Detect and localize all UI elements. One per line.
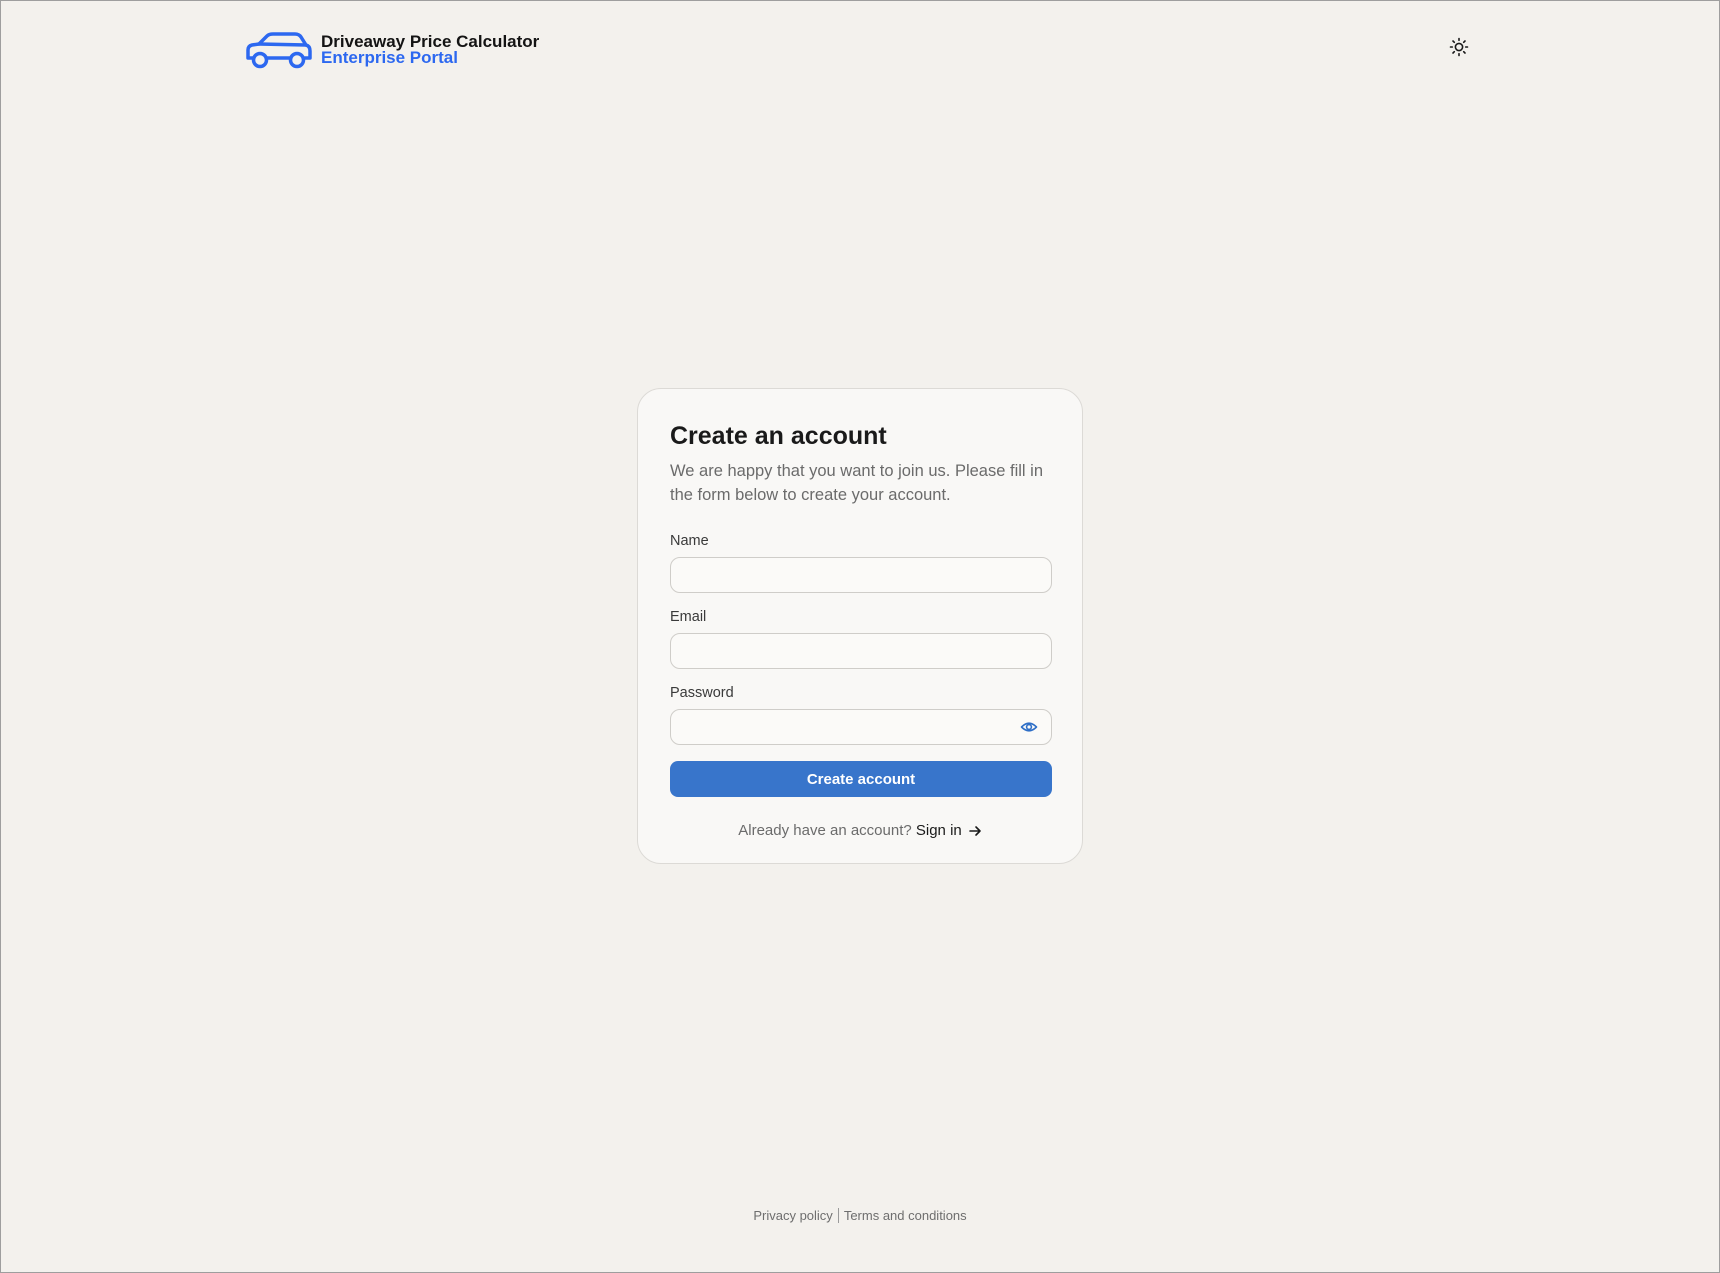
name-input[interactable]	[670, 557, 1052, 593]
car-icon	[246, 32, 312, 69]
toggle-password-visibility-button[interactable]	[1020, 718, 1038, 736]
email-field-group: Email	[670, 608, 1052, 669]
signin-prompt: Already have an account?	[738, 822, 912, 839]
name-field-group: Name	[670, 532, 1052, 593]
sign-in-link-label: Sign in	[915, 822, 962, 839]
brand-subtitle: Enterprise Portal	[321, 48, 458, 67]
password-input-wrapper	[670, 709, 1052, 745]
theme-toggle-button[interactable]	[1448, 36, 1470, 58]
name-label: Name	[670, 533, 709, 549]
page-subtitle: We are happy that you want to join us. P…	[670, 462, 1043, 504]
email-label: Email	[670, 609, 707, 625]
page-title: Create an account	[670, 422, 887, 450]
password-input[interactable]	[670, 709, 1052, 745]
signup-card: Create an account We are happy that you …	[637, 388, 1083, 864]
eye-icon	[1020, 722, 1038, 732]
sign-in-link[interactable]: Sign in	[916, 822, 982, 839]
privacy-policy-link[interactable]: Privacy policy	[753, 1208, 832, 1223]
footer: Privacy policy Terms and conditions	[0, 1208, 1720, 1223]
submit-row: Create account	[670, 761, 1052, 797]
password-field-group: Password	[670, 684, 1052, 745]
signin-row: Already have an account? Sign in	[670, 822, 1050, 839]
footer-divider	[837, 1208, 839, 1223]
sun-icon	[1449, 37, 1469, 57]
email-input[interactable]	[670, 633, 1052, 669]
create-account-button[interactable]: Create account	[670, 761, 1052, 797]
terms-link[interactable]: Terms and conditions	[844, 1208, 967, 1223]
password-label: Password	[670, 685, 734, 701]
brand-home-link[interactable]: Driveaway Price Calculator Enterprise Po…	[245, 28, 539, 72]
arrow-right-icon	[968, 825, 981, 836]
brand-text: Driveaway Price Calculator Enterprise Po…	[321, 33, 539, 67]
